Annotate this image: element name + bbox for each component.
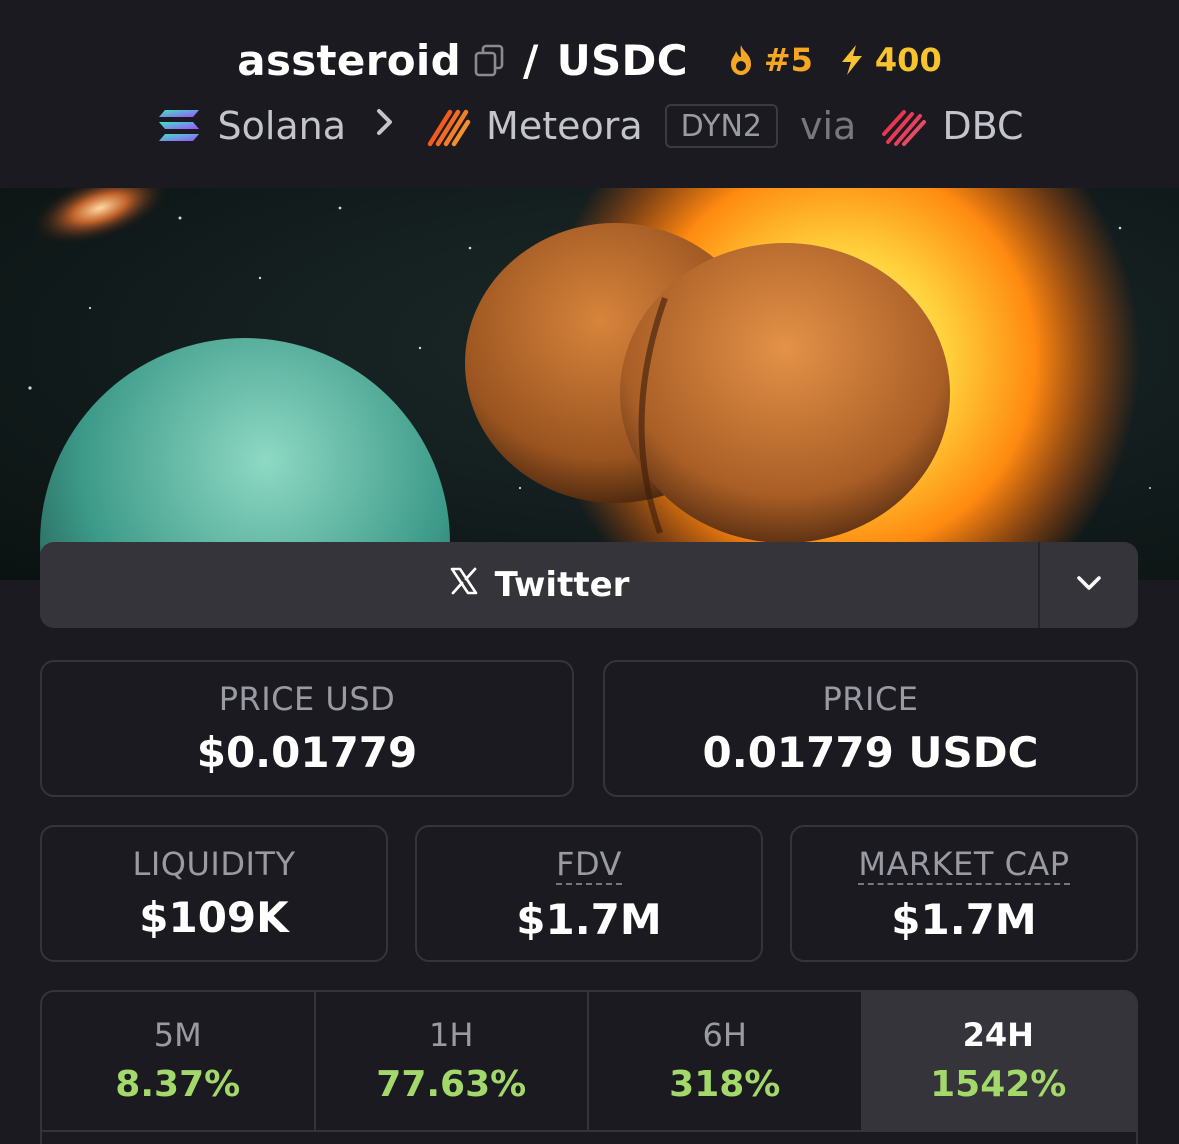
- socials-bar: Twitter: [40, 542, 1138, 628]
- launchpad-name[interactable]: DBC: [942, 104, 1023, 148]
- price-change-value: 77.63%: [376, 1064, 527, 1105]
- tab-5m[interactable]: 5M 8.37%: [42, 992, 316, 1132]
- x-logo-icon: [449, 566, 479, 604]
- chain-name[interactable]: Solana: [217, 104, 346, 148]
- boost-count: 400: [874, 41, 942, 79]
- chain-breadcrumb: Solana Meteora DYN2 via DBC: [0, 98, 1179, 154]
- chevron-down-icon: [1075, 573, 1103, 597]
- flame-icon: [726, 43, 756, 77]
- dbc-logo-icon: [880, 104, 928, 148]
- tab-label: 6H: [702, 1016, 747, 1054]
- price-change-tabs: 5M 8.37% 1H 77.63% 6H 318% 24H 1542%: [40, 990, 1138, 1144]
- pair-header: assteroid / USDC #5 400 Solana Meteora D…: [0, 0, 1179, 188]
- liquidity-card: LIQUIDITY $109K: [40, 825, 388, 962]
- fdv-value: $1.7M: [516, 895, 662, 944]
- price-change-value: 318%: [669, 1064, 781, 1105]
- market-cap-card: MARKET CAP $1.7M: [790, 825, 1138, 962]
- price-label: PRICE: [822, 680, 919, 718]
- trending-rank: #5: [763, 41, 813, 79]
- tabs-divider: [42, 1130, 1136, 1132]
- fdv-label[interactable]: FDV: [556, 845, 622, 885]
- liquidity-value: $109K: [139, 893, 289, 942]
- tab-label: 5M: [153, 1016, 202, 1054]
- quote-token-name: USDC: [556, 35, 688, 85]
- solana-logo-icon: [155, 104, 203, 148]
- pair-separator: /: [522, 35, 539, 85]
- base-token-name: assteroid: [237, 35, 461, 85]
- price-value: 0.01779 USDC: [702, 728, 1039, 777]
- price-usd-value: $0.01779: [196, 728, 418, 777]
- dex-name[interactable]: Meteora: [486, 104, 643, 148]
- copy-icon[interactable]: [473, 43, 505, 77]
- pair-title-row: assteroid / USDC #5 400: [0, 30, 1179, 90]
- price-change-value: 8.37%: [115, 1064, 241, 1105]
- fdv-card: FDV $1.7M: [415, 825, 763, 962]
- token-pair-page: assteroid / USDC #5 400 Solana Meteora D…: [0, 0, 1179, 1144]
- twitter-button[interactable]: Twitter: [40, 542, 1040, 628]
- price-usd-card: PRICE USD $0.01779: [40, 660, 574, 797]
- socials-dropdown-button[interactable]: [1040, 542, 1138, 628]
- price-card: PRICE 0.01779 USDC: [603, 660, 1138, 797]
- price-usd-label: PRICE USD: [218, 680, 396, 718]
- tab-1h[interactable]: 1H 77.63%: [316, 992, 589, 1132]
- trending-stats: #5 400: [726, 41, 942, 79]
- token-banner-image: [0, 188, 1179, 580]
- market-cap-label[interactable]: MARKET CAP: [858, 845, 1070, 885]
- tab-label: 1H: [429, 1016, 474, 1054]
- pool-type-badge: DYN2: [664, 104, 778, 148]
- tab-label: 24H: [962, 1016, 1034, 1054]
- price-change-value: 1542%: [930, 1064, 1067, 1105]
- liquidity-label: LIQUIDITY: [132, 845, 296, 883]
- chevron-right-icon: [374, 106, 396, 146]
- via-label: via: [799, 104, 857, 148]
- bolt-icon: [837, 43, 867, 77]
- meteora-logo-icon: [424, 104, 472, 148]
- tab-6h[interactable]: 6H 318%: [589, 992, 863, 1132]
- market-cap-value: $1.7M: [891, 895, 1037, 944]
- twitter-label: Twitter: [494, 565, 630, 605]
- tab-24h[interactable]: 24H 1542%: [862, 992, 1136, 1132]
